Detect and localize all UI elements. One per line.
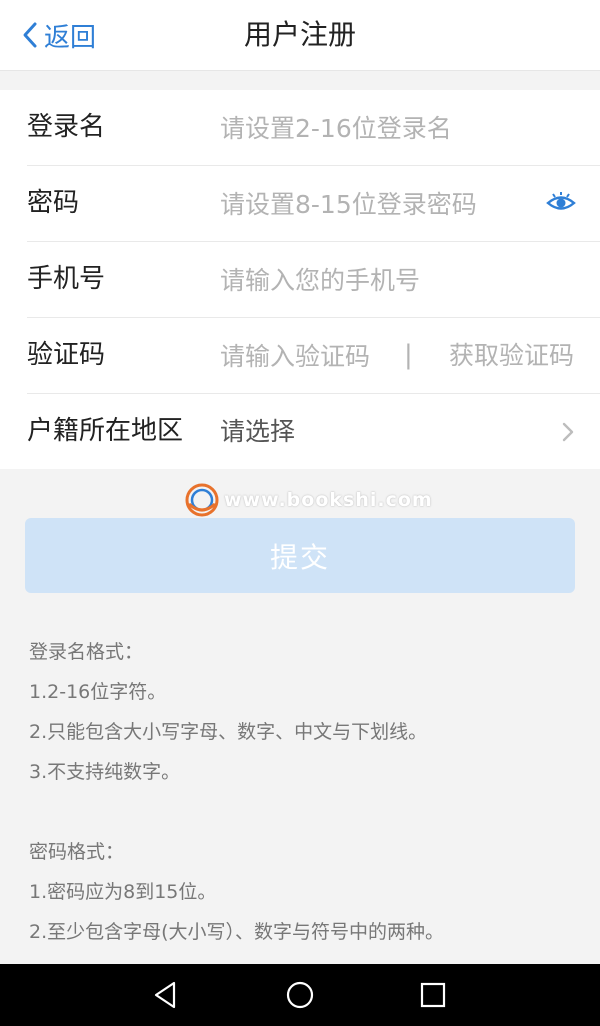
password-input[interactable] — [220, 184, 520, 224]
login-name-input[interactable] — [220, 108, 520, 148]
registration-form: 登录名 密码 手机号 验证码 | 获取验证码 户籍所在地区 请选择 — [0, 90, 600, 469]
square-recent-icon[interactable] — [417, 979, 449, 1011]
login-rule: 2.只能包含大小写字母、数字、中文与下划线。 — [29, 721, 428, 743]
header: 返回 用户注册 — [0, 0, 600, 71]
phone-row: 手机号 — [27, 242, 600, 318]
phone-label: 手机号 — [27, 264, 106, 294]
password-rule: 1.密码应为8到15位。 — [29, 881, 217, 903]
circle-home-icon[interactable] — [284, 979, 316, 1011]
password-label: 密码 — [27, 188, 80, 218]
login-name-row: 登录名 — [27, 90, 600, 166]
verification-code-row: 验证码 | 获取验证码 — [27, 318, 600, 394]
watermark-text: www.bookshi.com — [224, 489, 433, 511]
system-nav-bar — [0, 964, 600, 1026]
login-name-label: 登录名 — [27, 112, 106, 142]
login-rule: 1.2-16位字符。 — [29, 681, 167, 703]
password-row: 密码 — [27, 166, 600, 242]
format-notes: 登录名格式： 1.2-16位字符。 2.只能包含大小写字母、数字、中文与下划线。… — [29, 632, 579, 952]
watermark-logo-icon — [185, 483, 219, 517]
code-separator: | — [404, 340, 413, 370]
page-title: 用户注册 — [243, 18, 356, 51]
verification-code-label: 验证码 — [27, 340, 106, 370]
submit-button[interactable]: 提交 — [25, 518, 575, 593]
login-rule: 3.不支持纯数字。 — [29, 761, 181, 783]
chevron-right-icon — [562, 422, 574, 442]
triangle-back-icon[interactable] — [150, 979, 182, 1011]
region-label: 户籍所在地区 — [27, 416, 184, 446]
verification-code-input[interactable] — [220, 336, 395, 376]
eye-icon[interactable] — [546, 190, 576, 216]
password-rule: 2.至少包含字母(大小写）、数字与符号中的两种。 — [29, 921, 445, 943]
get-code-button[interactable]: 获取验证码 — [449, 318, 574, 393]
watermark: www.bookshi.com — [184, 482, 433, 518]
login-format-title: 登录名格式： — [29, 641, 144, 663]
notes-gap — [29, 792, 579, 832]
region-row[interactable]: 户籍所在地区 请选择 — [27, 394, 600, 469]
password-format-title: 密码格式： — [29, 841, 125, 863]
phone-input[interactable] — [220, 260, 520, 300]
region-select[interactable]: 请选择 — [220, 394, 295, 469]
